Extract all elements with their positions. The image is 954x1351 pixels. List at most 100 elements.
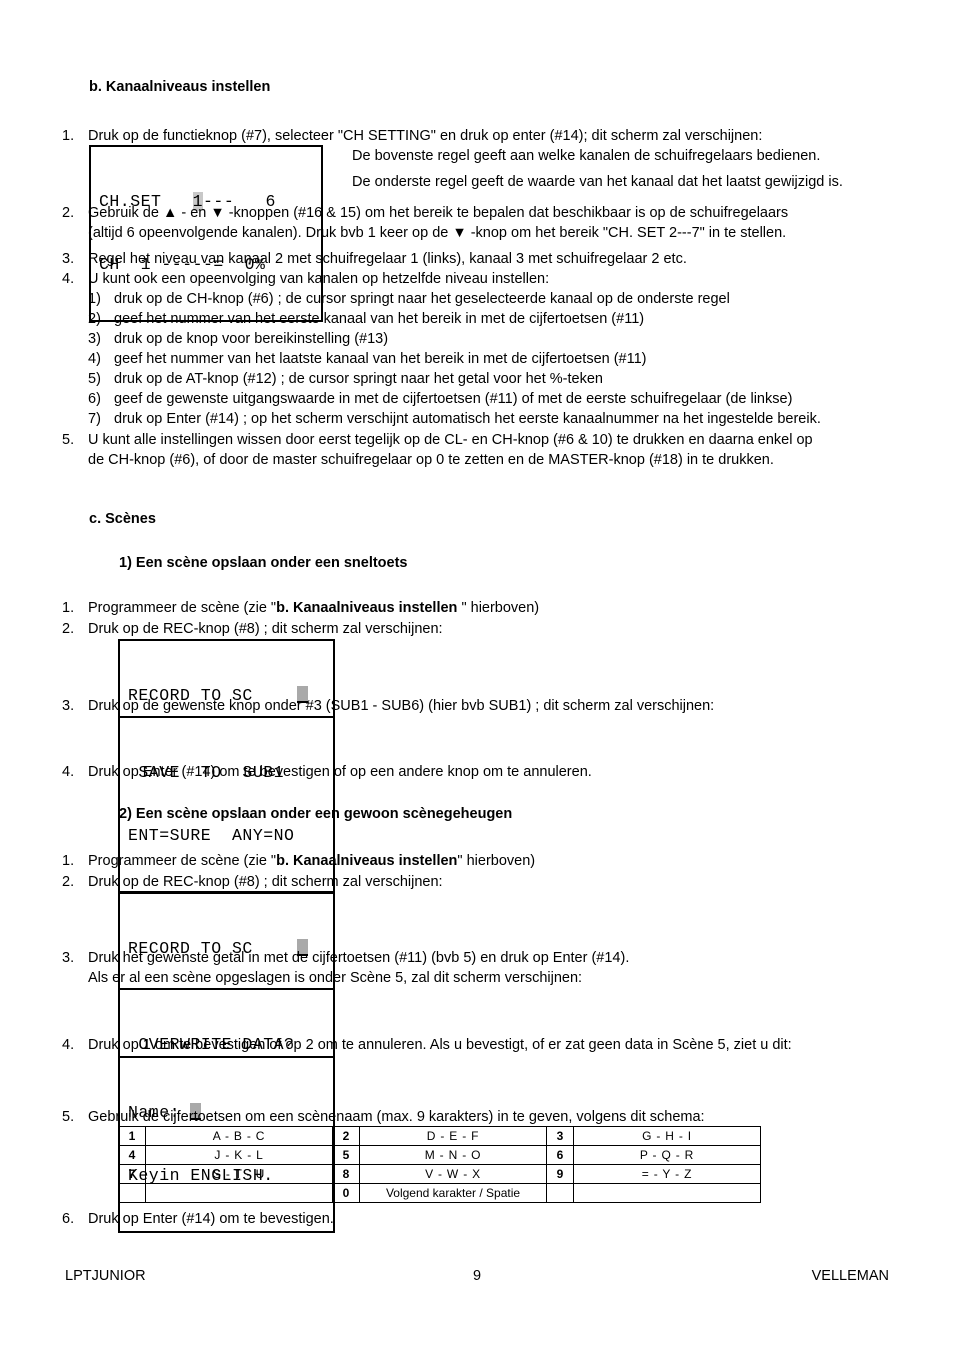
table-row: 0 Volgend karakter / Spatie xyxy=(118,1183,761,1203)
keypad-key: 7 xyxy=(118,1164,146,1184)
table-row: 4 J - K - L 5 M - N - O 6 P - Q - R xyxy=(118,1145,761,1165)
keypad-key xyxy=(546,1183,574,1203)
list-item: 1. Programmeer de scène (zie "b. Kanaaln… xyxy=(62,598,539,619)
sub-list-text: geef de gewenste uitgangswaarde in met d… xyxy=(114,391,793,407)
keypad-value xyxy=(145,1183,333,1203)
lcd-annotation-top: De bovenste regel geeft aan welke kanale… xyxy=(352,148,821,164)
sub-list-number: 3) xyxy=(88,331,101,347)
list-item: 4. Druk op Enter (#14) om te bevestigen … xyxy=(62,762,592,783)
sub-list-number: 2) xyxy=(88,311,101,327)
list-text-continued: (altijd 6 opeenvolgende kanalen). Druk b… xyxy=(88,225,787,241)
footer-right-brand: VELLEMAN xyxy=(811,1268,889,1284)
list-item: 4. Druk op 1 om te bevestigen of op 2 om… xyxy=(62,1035,792,1056)
list-number: 3. xyxy=(62,950,75,966)
list-text: Programmeer de scène (zie "b. Kanaalnive… xyxy=(88,851,535,872)
list-text-post: " hierboven) xyxy=(457,853,536,869)
list-text: Druk op Enter (#14) om te bevestigen. xyxy=(88,1211,334,1227)
list-item: 2. Druk op de REC-knop (#8) ; dit scherm… xyxy=(62,872,443,893)
list-number: 2. xyxy=(62,621,75,637)
list-number: 5. xyxy=(62,432,75,448)
list-text: U kunt ook een opeenvolging van kanalen … xyxy=(88,271,550,287)
sub-list-item: 5) druk op de AT-knop (#12) ; de cursor … xyxy=(88,369,603,390)
list-item: 5. U kunt alle instellingen wissen door … xyxy=(62,430,813,451)
list-number: 4. xyxy=(62,271,75,287)
list-text: U kunt alle instellingen wissen door eer… xyxy=(88,432,813,448)
keypad-key: 3 xyxy=(546,1126,574,1146)
keypad-value xyxy=(573,1183,761,1203)
list-text: Gebruik de ▲ - en ▼ -knoppen (#16 & 15) … xyxy=(88,205,789,221)
sub-list-item: 7) druk op Enter (#14) ; op het scherm v… xyxy=(88,409,821,430)
keypad-value: J - K - L xyxy=(145,1145,333,1165)
list-text-pre: Programmeer de scène (zie " xyxy=(88,853,277,869)
section-b-heading: b. Kanaalniveaus instellen xyxy=(89,79,271,95)
sub-list-item: 6) geef de gewenste uitgangswaarde in me… xyxy=(88,389,792,410)
list-text-continued: de CH-knop (#6), of door de master schui… xyxy=(88,452,774,468)
list-text: Druk op de REC-knop (#8) ; dit scherm za… xyxy=(88,874,443,890)
keypad-value: M - N - O xyxy=(359,1145,547,1165)
keypad-value: P - Q - R xyxy=(573,1145,761,1165)
list-item: 1. Druk op de functieknop (#7), selectee… xyxy=(62,126,762,147)
list-number: 3. xyxy=(62,698,75,714)
list-item: 6. Druk op Enter (#14) om te bevestigen. xyxy=(62,1209,334,1230)
list-number: 1. xyxy=(62,128,75,144)
lcd-line-2: ENT=SURE ANY=NO xyxy=(128,826,295,845)
keypad-value: G - H - I xyxy=(573,1126,761,1146)
manual-page: b. Kanaalniveaus instellen 1. Druk op de… xyxy=(0,0,954,1351)
list-number: 2. xyxy=(62,874,75,890)
sub-list-item: 3) druk op de knop voor bereikinstelling… xyxy=(88,329,388,350)
sub-list-item: 2) geef het nummer van het eerste kanaal… xyxy=(88,309,644,330)
list-text-bold: b. Kanaalniveaus instellen xyxy=(276,600,458,616)
table-row: 1 A - B - C 2 D - E - F 3 G - H - I xyxy=(118,1126,761,1146)
section-c-sub2-heading: 2) Een scène opslaan onder een gewoon sc… xyxy=(119,806,513,822)
list-text-pre: Programmeer de scène (zie " xyxy=(88,600,277,616)
list-number: 1. xyxy=(62,853,75,869)
sub-list-text: druk op Enter (#14) ; op het scherm vers… xyxy=(114,411,821,427)
list-item: 2. Gebruik de ▲ - en ▼ -knoppen (#16 & 1… xyxy=(62,203,788,224)
list-item: 5. Gebruik de cijfertoetsen om een scène… xyxy=(62,1107,705,1128)
keypad-value: V - W - X xyxy=(359,1164,547,1184)
list-text: Gebruik de cijfertoetsen om een scènenaa… xyxy=(88,1109,705,1125)
keypad-key xyxy=(118,1183,146,1203)
list-item: 4. U kunt ook een opeenvolging van kanal… xyxy=(62,269,549,290)
list-item: 3. Druk op de gewenste knop onder #3 (SU… xyxy=(62,696,714,717)
list-number: 3. xyxy=(62,251,75,267)
keypad-value: S - T - U xyxy=(145,1164,333,1184)
keypad-key: 1 xyxy=(118,1126,146,1146)
sub-list-item: 4) geef het nummer van het laatste kanaa… xyxy=(88,349,647,370)
list-number: 4. xyxy=(62,764,75,780)
list-item: 1. Programmeer de scène (zie "b. Kanaaln… xyxy=(62,851,535,872)
keypad-table-body: 1 A - B - C 2 D - E - F 3 G - H - I 4 J … xyxy=(118,1126,761,1203)
list-text: Druk op de gewenste knop onder #3 (SUB1 … xyxy=(88,698,715,714)
list-number: 2. xyxy=(62,205,75,221)
list-text-bold: b. Kanaalniveaus instellen xyxy=(276,853,458,869)
keypad-value: Volgend karakter / Spatie xyxy=(359,1183,547,1203)
keypad-value: D - E - F xyxy=(359,1126,547,1146)
keypad-value: A - B - C xyxy=(145,1126,333,1146)
keypad-key: 6 xyxy=(546,1145,574,1165)
table-row: 7 S - T - U 8 V - W - X 9 = - Y - Z xyxy=(118,1164,761,1184)
keypad-key: 5 xyxy=(332,1145,360,1165)
list-text: Regel het niveau van kanaal 2 met schuif… xyxy=(88,251,687,267)
list-text-continued: Als er al een scène opgeslagen is onder … xyxy=(88,970,583,986)
keypad-letter-table: 1 A - B - C 2 D - E - F 3 G - H - I 4 J … xyxy=(118,1126,761,1203)
sub-list-text: druk op de AT-knop (#12) ; de cursor spr… xyxy=(114,371,603,387)
list-text-post: " hierboven) xyxy=(457,600,540,616)
sub-list-text: geef het nummer van het laatste kanaal v… xyxy=(114,351,647,367)
list-text: Druk op de REC-knop (#8) ; dit scherm za… xyxy=(88,621,443,637)
list-text: Druk op Enter (#14) om te bevestigen of … xyxy=(88,764,592,780)
sub-list-number: 5) xyxy=(88,371,101,387)
sub-list-text: druk op de CH-knop (#6) ; de cursor spri… xyxy=(114,291,730,307)
section-c-heading: c. Scènes xyxy=(89,511,156,527)
sub-list-number: 1) xyxy=(88,291,101,307)
keypad-key: 9 xyxy=(546,1164,574,1184)
sub-list-item: 1) druk op de CH-knop (#6) ; de cursor s… xyxy=(88,289,730,310)
list-text: Druk op 1 om te bevestigen of op 2 om te… xyxy=(88,1037,792,1053)
list-number: 1. xyxy=(62,600,75,616)
sub-list-number: 4) xyxy=(88,351,101,367)
list-number: 6. xyxy=(62,1211,75,1227)
list-item: 3. Druk het gewenste getal in met de cij… xyxy=(62,948,629,969)
sub-list-number: 7) xyxy=(88,411,101,427)
section-c-sub1-heading: 1) Een scène opslaan onder een sneltoets xyxy=(119,555,408,571)
list-number: 5. xyxy=(62,1109,75,1125)
list-item: 2. Druk op de REC-knop (#8) ; dit scherm… xyxy=(62,619,443,640)
